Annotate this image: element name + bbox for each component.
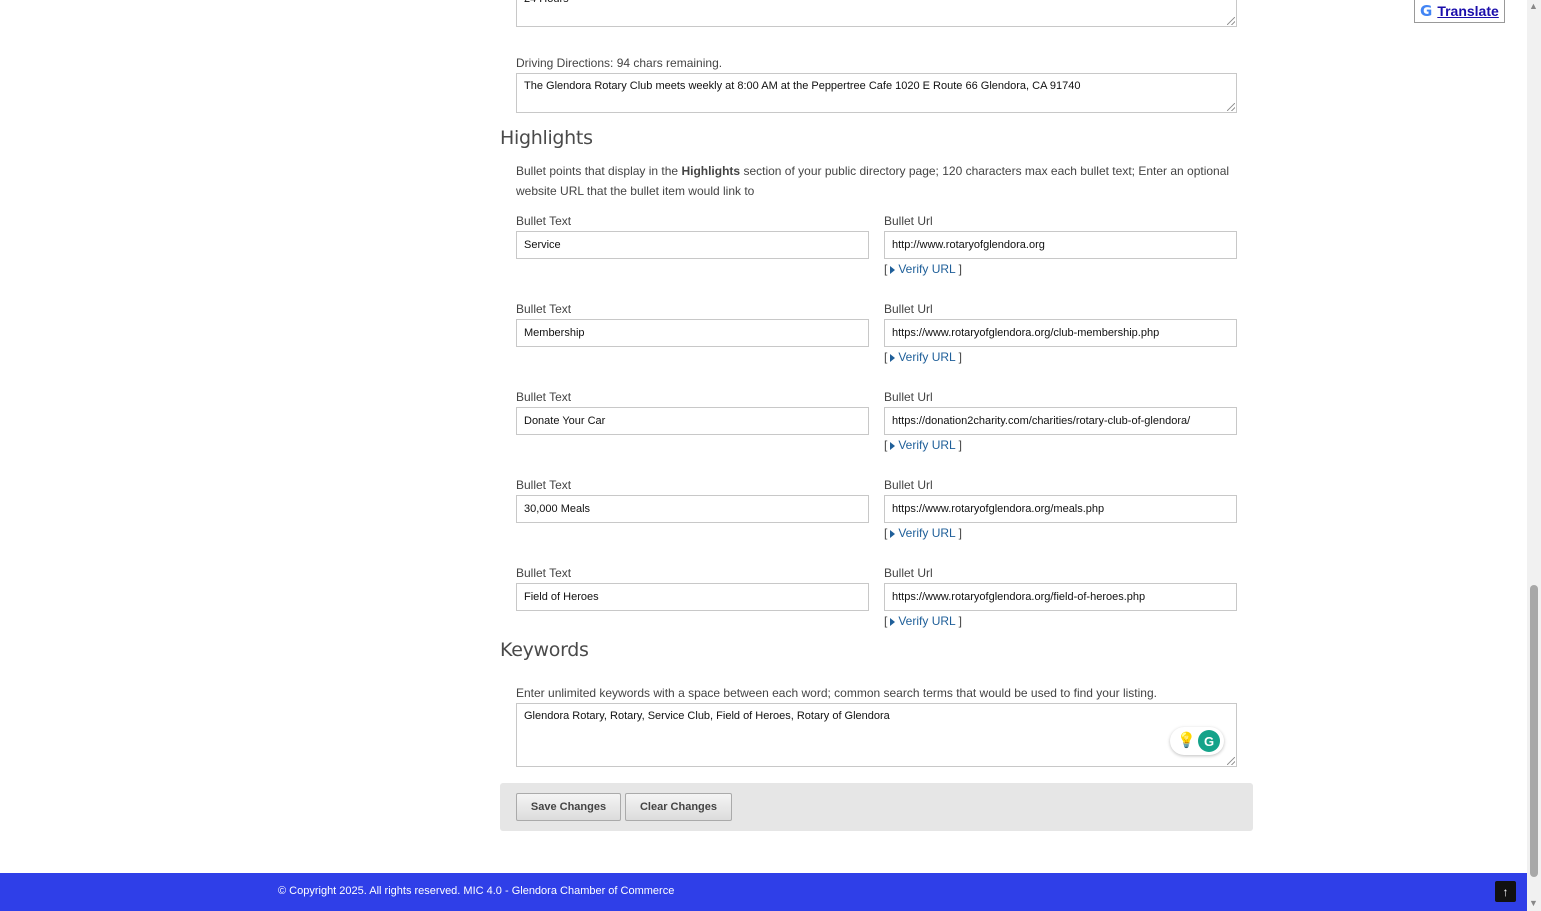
- bullet-url-input[interactable]: [884, 407, 1237, 435]
- verify-url-link[interactable]: Verify URL: [898, 614, 955, 628]
- bullet-text-input[interactable]: [516, 583, 869, 611]
- highlights-heading: Highlights: [500, 127, 593, 149]
- bracket: [: [884, 262, 888, 276]
- bracket: [: [884, 350, 888, 364]
- bracket: ]: [958, 614, 962, 628]
- copyright-text: © Copyright 2025. All rights reserved. M…: [278, 885, 675, 897]
- verify-url-link-group: [ Verify URL ]: [884, 614, 962, 628]
- keywords-textarea[interactable]: [516, 703, 1237, 767]
- bullet-text-label: Bullet Text: [516, 566, 572, 580]
- verify-url-link[interactable]: Verify URL: [898, 438, 955, 452]
- verify-url-link-group: [ Verify URL ]: [884, 350, 962, 364]
- play-arrow-icon: [890, 266, 896, 274]
- bracket: ]: [958, 526, 962, 540]
- play-arrow-icon: [890, 442, 896, 450]
- bullet-url-label: Bullet Url: [884, 390, 933, 404]
- verify-url-link-group: [ Verify URL ]: [884, 262, 962, 276]
- page-footer: © Copyright 2025. All rights reserved. M…: [0, 873, 1527, 911]
- scroll-down-icon[interactable]: ▼: [1529, 898, 1538, 908]
- bracket: ]: [958, 438, 962, 452]
- scrollbar[interactable]: ▲ ▼: [1527, 0, 1541, 911]
- resize-grip-icon[interactable]: [1227, 757, 1235, 765]
- verify-url-link[interactable]: Verify URL: [898, 350, 955, 364]
- bullet-url-label: Bullet Url: [884, 214, 933, 228]
- verify-url-link-group: [ Verify URL ]: [884, 526, 962, 540]
- driving-directions-textarea[interactable]: [516, 73, 1237, 113]
- bullet-text-input[interactable]: [516, 319, 869, 347]
- scroll-to-top-button[interactable]: ↑: [1495, 881, 1516, 902]
- form-actions-bar: Save Changes Clear Changes: [500, 783, 1253, 831]
- bracket: [: [884, 438, 888, 452]
- grammarly-icon[interactable]: G: [1198, 730, 1220, 752]
- verify-url-link[interactable]: Verify URL: [898, 262, 955, 276]
- bullet-text-label: Bullet Text: [516, 302, 572, 316]
- bullet-url-label: Bullet Url: [884, 302, 933, 316]
- scroll-up-icon[interactable]: ▲: [1529, 1, 1538, 11]
- translate-link[interactable]: Translate: [1437, 3, 1498, 19]
- google-icon: G: [1420, 2, 1433, 20]
- bracket: [: [884, 614, 888, 628]
- bullet-text-input[interactable]: [516, 495, 869, 523]
- driving-directions-label: Driving Directions: 94 chars remaining.: [516, 56, 723, 70]
- highlights-desc-text: Bullet points that display in the: [516, 164, 682, 178]
- bullet-text-input[interactable]: [516, 407, 869, 435]
- play-arrow-icon: [890, 530, 896, 538]
- save-changes-button[interactable]: Save Changes: [516, 793, 621, 821]
- verify-url-link[interactable]: Verify URL: [898, 526, 955, 540]
- highlights-description: Bullet points that display in the Highli…: [516, 161, 1246, 201]
- bracket: [: [884, 526, 888, 540]
- scrollbar-thumb[interactable]: [1530, 585, 1538, 877]
- hours-textarea[interactable]: [516, 0, 1237, 27]
- bullet-url-label: Bullet Url: [884, 566, 933, 580]
- resize-grip-icon[interactable]: [1227, 103, 1235, 111]
- bullet-url-input[interactable]: [884, 319, 1237, 347]
- bullet-text-label: Bullet Text: [516, 478, 572, 492]
- bullet-text-label: Bullet Text: [516, 214, 572, 228]
- bullet-url-input[interactable]: [884, 495, 1237, 523]
- keywords-heading: Keywords: [500, 639, 589, 661]
- lightbulb-icon[interactable]: 💡: [1177, 731, 1196, 751]
- highlights-desc-bold: Highlights: [681, 164, 741, 178]
- bullet-text-input[interactable]: [516, 231, 869, 259]
- google-translate-widget[interactable]: G Translate: [1414, 0, 1505, 23]
- play-arrow-icon: [890, 618, 896, 626]
- bullet-text-label: Bullet Text: [516, 390, 572, 404]
- verify-url-link-group: [ Verify URL ]: [884, 438, 962, 452]
- play-arrow-icon: [890, 354, 896, 362]
- bullet-url-input[interactable]: [884, 583, 1237, 611]
- bullet-url-label: Bullet Url: [884, 478, 933, 492]
- bracket: ]: [958, 262, 962, 276]
- bullet-url-input[interactable]: [884, 231, 1237, 259]
- clear-changes-button[interactable]: Clear Changes: [625, 793, 732, 821]
- bracket: ]: [958, 350, 962, 364]
- keywords-description: Enter unlimited keywords with a space be…: [516, 686, 1157, 700]
- resize-grip-icon[interactable]: [1227, 17, 1235, 25]
- grammarly-widget[interactable]: 💡 G: [1170, 727, 1224, 755]
